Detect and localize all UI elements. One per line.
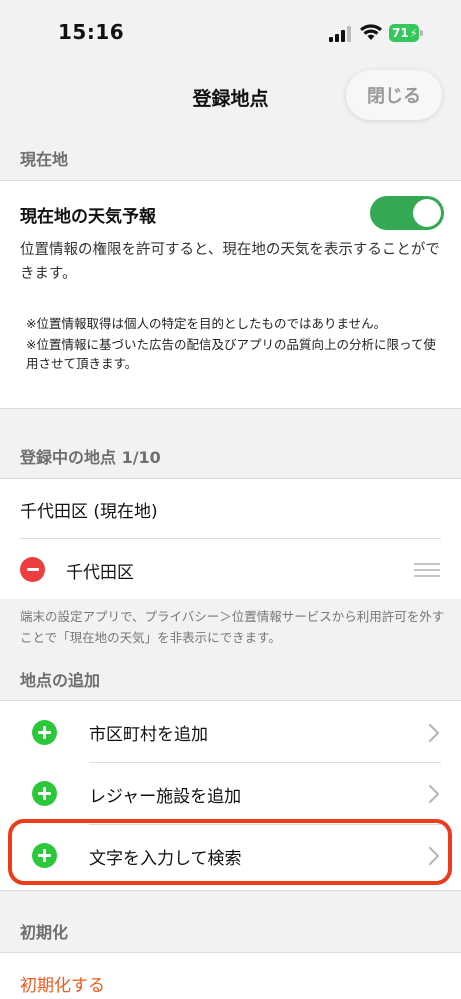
- status-time: 15:16: [58, 20, 125, 44]
- registered-item-current-location[interactable]: 千代田区 (現在地): [20, 497, 158, 522]
- add-municipality-button[interactable]: 市区町村を追加: [89, 720, 208, 745]
- registered-item-chiyoda[interactable]: 千代田区: [66, 558, 134, 583]
- section-header-current-location: 現在地: [20, 150, 69, 169]
- section-header-reset: 初期化: [20, 923, 69, 942]
- plus-icon: [32, 720, 57, 745]
- delete-minus-icon[interactable]: [20, 557, 45, 582]
- location-settings-note: 端末の設定アプリで、プライバシー＞位置情報サービスから利用許可を外すことで「現在…: [20, 609, 445, 645]
- cellular-signal-icon: [329, 26, 351, 42]
- wifi-icon: [360, 24, 382, 40]
- current-weather-toggle[interactable]: [370, 196, 444, 230]
- chevron-right-icon: [428, 784, 440, 804]
- current-weather-toggle-label: 現在地の天気予報: [20, 207, 156, 227]
- plus-icon: [32, 781, 57, 806]
- drag-handle-icon[interactable]: [414, 563, 440, 577]
- section-header-add: 地点の追加: [20, 671, 101, 690]
- location-permission-description: 位置情報の権限を許可すると、現在地の天気を表示することができます。: [20, 242, 440, 282]
- battery-icon: 71 ⚡: [389, 24, 423, 42]
- highlight-outline: [8, 819, 452, 885]
- chevron-right-icon: [428, 723, 440, 743]
- reset-button[interactable]: 初期化する: [20, 971, 105, 996]
- privacy-note: ※位置情報取得は個人の特定を目的としたものではありません。: [26, 316, 387, 331]
- battery-level: 71: [392, 26, 409, 40]
- usage-note: ※位置情報に基づいた広告の配信及びアプリの品質向上の分析に限って使用させて頂きま…: [26, 337, 436, 371]
- section-header-registered: 登録中の地点 1/10: [20, 448, 161, 467]
- add-leisure-facility-button[interactable]: レジャー施設を追加: [89, 782, 241, 807]
- close-button[interactable]: 閉じる: [346, 70, 442, 120]
